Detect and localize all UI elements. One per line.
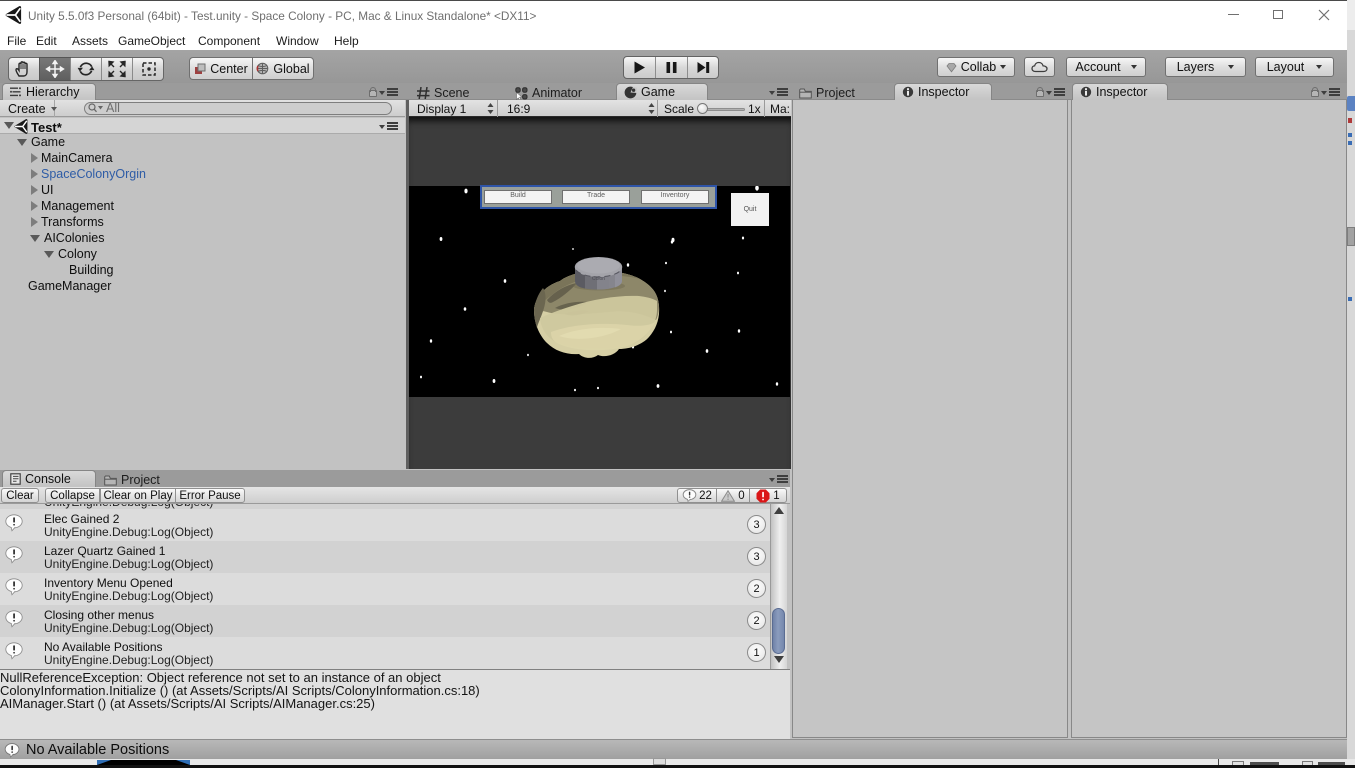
svg-text:Colon: Colon xyxy=(592,276,605,282)
